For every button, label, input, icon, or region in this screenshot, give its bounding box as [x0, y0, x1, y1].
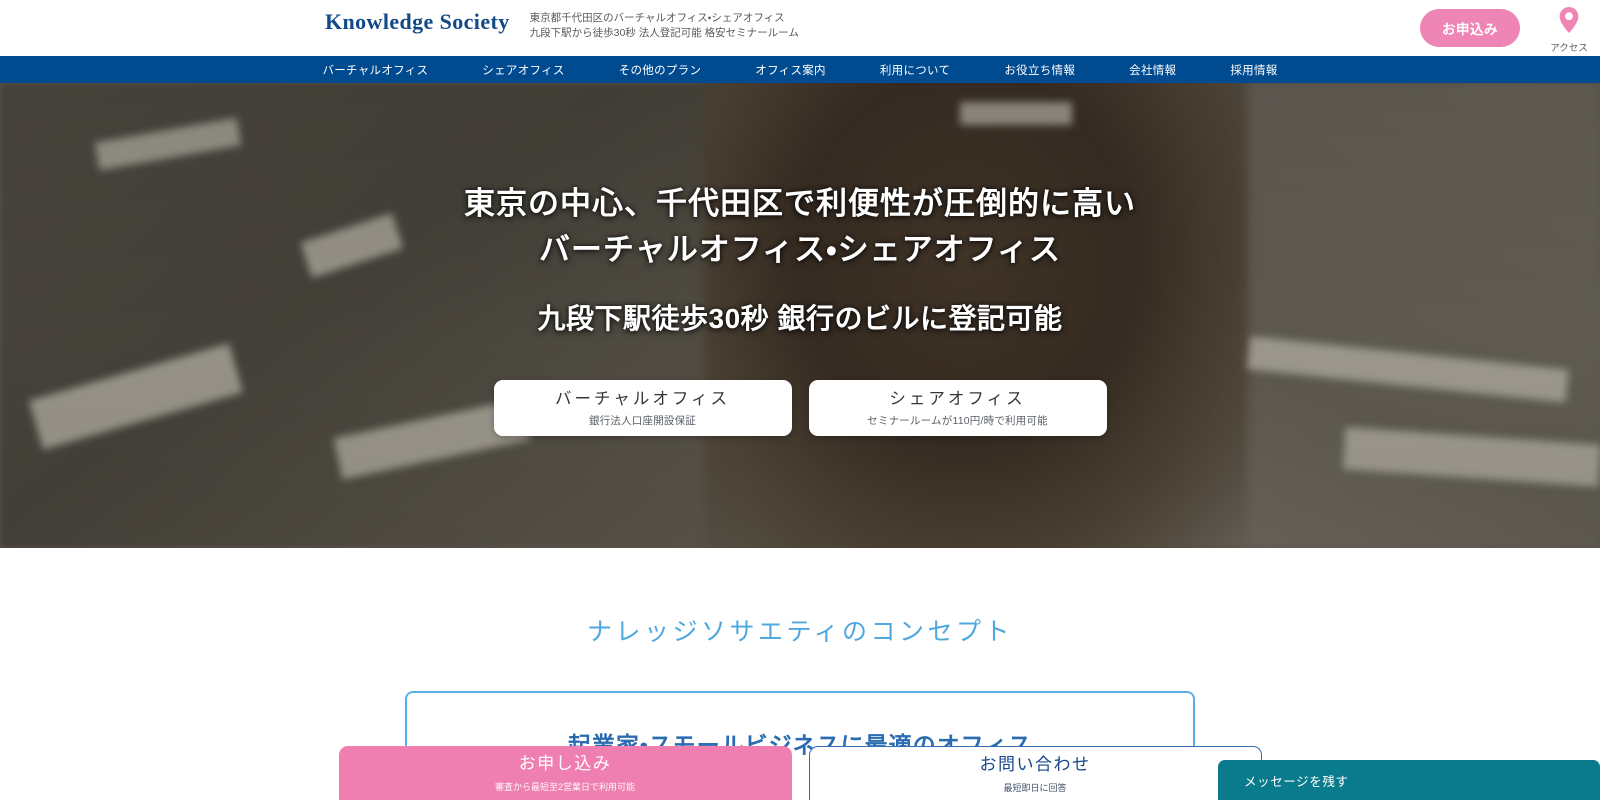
hero-headline: 東京の中心、千代田区で利便性が圧倒的に高い バーチャルオフィス・シェアオフィス	[464, 181, 1136, 273]
map-pin-icon	[1558, 6, 1580, 39]
chat-widget[interactable]: メッセージを残す	[1218, 760, 1600, 800]
bottom-contact-button[interactable]: お問い合わせ 最短即日に回答	[808, 746, 1262, 800]
hero-card-virtual-office[interactable]: バーチャルオフィス 銀行法人口座開設保証	[493, 380, 792, 436]
hero-section: 東京の中心、千代田区で利便性が圧倒的に高い バーチャルオフィス・シェアオフィス …	[0, 83, 1600, 548]
concept-section-title: ナレッジソサエティのコンセプト	[586, 618, 1013, 646]
bottom-apply-subtitle: 審査から最短至2営業日で利用可能	[494, 782, 635, 792]
hero-headline-line2: バーチャルオフィス・シェアオフィス	[539, 232, 1061, 267]
nav-item-virtual-office[interactable]: バーチャルオフィス	[295, 62, 455, 78]
site-logo[interactable]: Knowledge Society	[325, 8, 510, 36]
hero-headline-line1: 東京の中心、千代田区で利便性が圧倒的に高い	[464, 186, 1136, 221]
hero-card-share-office-subtitle: セミナールームが110円/時で利用可能	[867, 414, 1048, 427]
nav-item-other-plans[interactable]: その他のプラン	[592, 62, 729, 78]
bottom-apply-title: お申し込み	[518, 754, 612, 773]
hero-content: 東京の中心、千代田区で利便性が圧倒的に高い バーチャルオフィス・シェアオフィス …	[0, 83, 1600, 548]
nav-item-office-guide[interactable]: オフィス案内	[728, 62, 853, 78]
header-tagline: 東京都千代田区のバーチャルオフィス・シェアオフィス 九段下駅から徒歩30秒 法人…	[530, 8, 799, 41]
bottom-contact-title: お問い合わせ	[979, 754, 1091, 774]
hero-card-share-office-title: シェアオフィス	[889, 389, 1026, 408]
page-root: Knowledge Society 東京都千代田区のバーチャルオフィス・シェアオ…	[0, 0, 1600, 800]
nav-item-company-info[interactable]: 会社情報	[1102, 62, 1203, 78]
hero-card-virtual-office-title: バーチャルオフィス	[554, 389, 730, 408]
site-header: Knowledge Society 東京都千代田区のバーチャルオフィス・シェアオ…	[0, 0, 1600, 56]
header-tagline-line1: 東京都千代田区のバーチャルオフィス・シェアオフィス	[529, 12, 785, 24]
chat-widget-label: メッセージを残す	[1244, 774, 1349, 789]
access-label: アクセス	[1550, 42, 1588, 54]
nav-item-recruit[interactable]: 採用情報	[1203, 62, 1304, 78]
logo-block[interactable]: Knowledge Society 東京都千代田区のバーチャルオフィス・シェアオ…	[325, 8, 799, 41]
nav-item-useful-info[interactable]: お役立ち情報	[977, 62, 1102, 78]
nav-list: バーチャルオフィス シェアオフィス その他のプラン オフィス案内 利用について …	[295, 62, 1304, 78]
nav-item-share-office[interactable]: シェアオフィス	[455, 62, 591, 78]
bottom-contact-subtitle: 最短即日に回答	[1003, 782, 1067, 793]
header-apply-button[interactable]: お申込み	[1420, 9, 1520, 47]
header-tagline-line2: 九段下駅から徒歩30秒 法人登記可能 格安セミナールーム	[529, 27, 799, 39]
hero-subheadline: 九段下駅徒歩30秒 銀行のビルに登記可能	[537, 303, 1063, 334]
bottom-apply-button[interactable]: お申し込み 審査から最短至2営業日で利用可能	[338, 746, 792, 800]
hero-card-virtual-office-subtitle: 銀行法人口座開設保証	[589, 414, 696, 427]
header-actions: お申込み アクセス	[1420, 0, 1592, 56]
access-link[interactable]: アクセス	[1546, 3, 1592, 54]
nav-item-usage[interactable]: 利用について	[853, 62, 977, 78]
hero-cards: バーチャルオフィス 銀行法人口座開設保証 シェアオフィス セミナールームが110…	[493, 380, 1107, 436]
hero-card-share-office[interactable]: シェアオフィス セミナールームが110円/時で利用可能	[808, 380, 1107, 436]
main-navigation: バーチャルオフィス シェアオフィス その他のプラン オフィス案内 利用について …	[0, 56, 1600, 83]
